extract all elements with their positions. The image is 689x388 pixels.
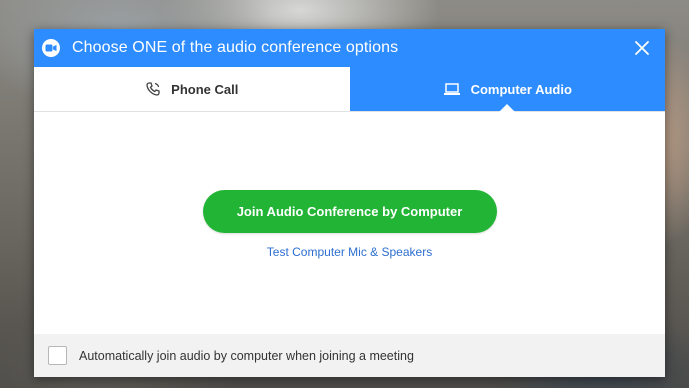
test-mic-speakers-link[interactable]: Test Computer Mic & Speakers [34,245,665,259]
auto-join-checkbox[interactable] [48,346,67,365]
dialog-title: Choose ONE of the audio conference optio… [72,39,399,56]
auto-join-label: Automatically join audio by computer whe… [79,348,414,363]
phone-icon [145,81,161,97]
audio-conference-icon [40,37,62,59]
join-audio-by-computer-button[interactable]: Join Audio Conference by Computer [202,190,497,233]
computer-audio-panel: Join Audio Conference by Computer Test C… [34,112,665,333]
tab-computer-audio[interactable]: Computer Audio [349,67,665,112]
dialog-footer: Automatically join audio by computer whe… [34,334,665,377]
dialog-titlebar: Choose ONE of the audio conference optio… [34,29,665,67]
tab-phone-call[interactable]: Phone Call [34,67,350,111]
tab-phone-call-label: Phone Call [171,81,239,97]
tab-computer-audio-label: Computer Audio [470,81,572,97]
audio-options-dialog: Choose ONE of the audio conference optio… [34,29,665,377]
close-icon[interactable] [629,35,655,61]
audio-tabs: Phone Call Computer Audio [34,67,665,112]
computer-icon [443,82,461,96]
